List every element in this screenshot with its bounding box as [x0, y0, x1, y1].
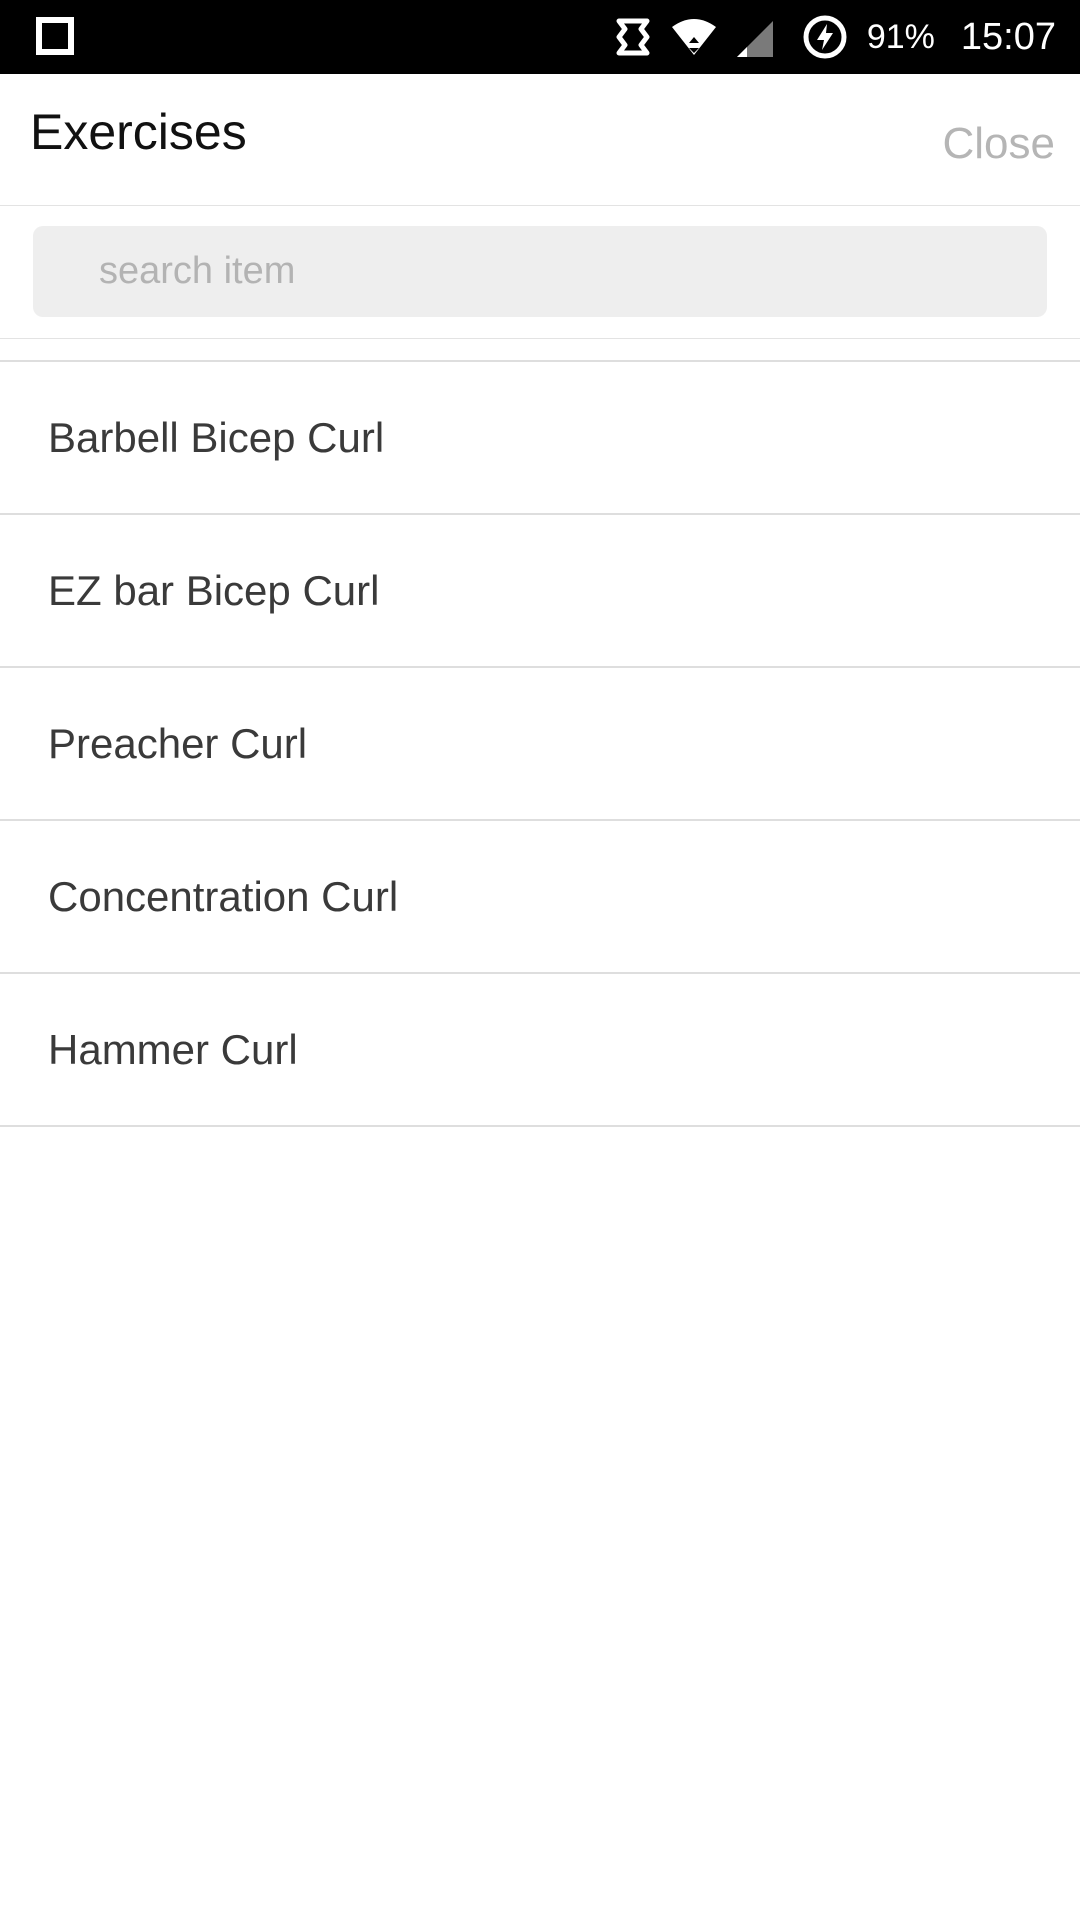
list-item-label: EZ bar Bicep Curl [48, 566, 380, 614]
list-item-label: Concentration Curl [48, 872, 399, 920]
list-item-label: Barbell Bicep Curl [48, 413, 385, 461]
list-item[interactable]: Hammer Curl [0, 974, 1080, 1127]
list-item[interactable]: Barbell Bicep Curl [0, 362, 1080, 515]
exercise-list: Barbell Bicep Curl EZ bar Bicep Curl Pre… [0, 360, 1080, 1127]
search-input[interactable] [33, 226, 1047, 317]
search-area [0, 206, 1080, 339]
wifi-icon [671, 19, 716, 55]
data-transfer-icon [616, 18, 650, 56]
list-item[interactable]: Concentration Curl [0, 821, 1080, 974]
battery-percent: 91% [866, 18, 935, 56]
battery-charging-icon [803, 15, 847, 59]
status-bar: 91% 15:07 [0, 0, 1080, 74]
list-item[interactable]: Preacher Curl [0, 668, 1080, 821]
square-notification-icon [36, 17, 74, 55]
status-icons: 91% 15:07 [611, 0, 1056, 74]
list-item[interactable]: EZ bar Bicep Curl [0, 515, 1080, 668]
list-item-label: Hammer Curl [48, 1025, 298, 1073]
header: Exercises Close [0, 74, 1080, 206]
cellular-signal-icon [736, 21, 773, 57]
page-title: Exercises [30, 104, 247, 160]
list-item-label: Preacher Curl [48, 719, 308, 767]
clock: 15:07 [960, 16, 1056, 58]
close-button[interactable]: Close [943, 114, 1056, 174]
